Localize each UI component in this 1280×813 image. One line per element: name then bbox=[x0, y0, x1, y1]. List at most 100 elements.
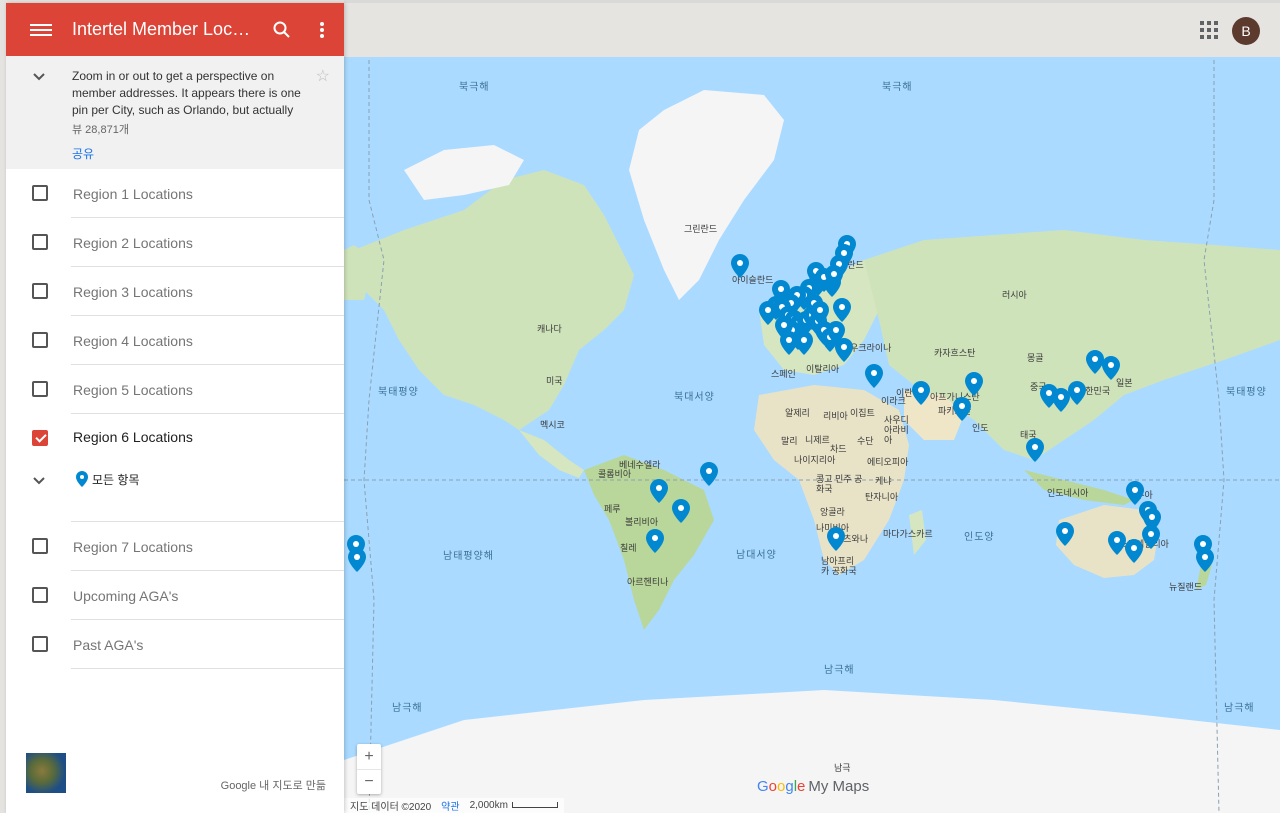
map-pin-icon[interactable] bbox=[348, 548, 366, 572]
layer-past-agas[interactable]: Past AGA's bbox=[6, 620, 344, 669]
star-icon[interactable]: ☆ bbox=[316, 66, 330, 86]
country-label: 미국 bbox=[546, 376, 563, 386]
ocean-label: 남대서양 bbox=[736, 550, 777, 561]
layer-checkbox[interactable] bbox=[32, 381, 48, 397]
layers-list: Region 1 Locations Region 2 Locations Re… bbox=[6, 169, 344, 669]
map-pin-icon[interactable] bbox=[646, 529, 664, 553]
layer-region-4[interactable]: Region 4 Locations bbox=[6, 316, 344, 365]
country-label: 우크라이나 bbox=[850, 343, 892, 353]
sidebar-panel: Intertel Member Locati... Zoom in or out… bbox=[6, 3, 344, 813]
terms-link[interactable]: 약관 bbox=[441, 798, 459, 813]
map-pin-icon[interactable] bbox=[731, 254, 749, 278]
country-label: 말리 bbox=[781, 436, 798, 446]
share-link[interactable]: 공유 bbox=[72, 145, 328, 162]
map-thumbnail bbox=[26, 753, 66, 793]
map-pin-icon[interactable] bbox=[1142, 525, 1160, 549]
view-count: 뷰 28,871개 bbox=[72, 124, 129, 136]
map-topbar: B bbox=[344, 0, 1280, 57]
map-pin-icon[interactable] bbox=[780, 331, 798, 355]
map-pin-icon[interactable] bbox=[672, 499, 690, 523]
layer-checkbox[interactable] bbox=[32, 185, 48, 201]
map-pin-icon[interactable] bbox=[650, 479, 668, 503]
world-map bbox=[344, 60, 1280, 813]
map-pin-icon[interactable] bbox=[825, 265, 843, 289]
layer-label[interactable]: Region 5 Locations bbox=[73, 382, 193, 398]
zoom-out-button[interactable]: − bbox=[357, 769, 381, 794]
layer-label[interactable]: Region 4 Locations bbox=[73, 333, 193, 349]
country-label: 콜롬비아 bbox=[598, 469, 632, 479]
map-pin-icon[interactable] bbox=[1068, 381, 1086, 405]
layer-checkbox[interactable] bbox=[32, 234, 48, 250]
country-label: 이라크 bbox=[881, 396, 906, 406]
country-label: 몽골 bbox=[1027, 353, 1044, 363]
country-label: 러시아 bbox=[1002, 290, 1027, 300]
more-vert-icon[interactable] bbox=[310, 18, 334, 42]
ocean-label: 북극해 bbox=[459, 82, 490, 93]
country-label: 인도네시아 bbox=[1047, 488, 1089, 498]
country-label: 이탈리아 bbox=[806, 364, 840, 374]
country-label: 케냐 bbox=[875, 476, 892, 486]
map-pin-icon[interactable] bbox=[953, 397, 971, 421]
map-pin-icon[interactable] bbox=[1056, 522, 1074, 546]
layer-label[interactable]: Past AGA's bbox=[73, 637, 143, 653]
description-text: Zoom in or out to get a perspective on m… bbox=[72, 69, 301, 117]
zoom-in-button[interactable]: + bbox=[357, 744, 381, 769]
map-title: Intertel Member Locati... bbox=[72, 19, 254, 39]
ocean-label: 북극해 bbox=[882, 82, 913, 93]
layer-label[interactable]: Region 7 Locations bbox=[73, 539, 193, 555]
map-pin-icon[interactable] bbox=[1102, 356, 1120, 380]
layer-checkbox[interactable] bbox=[32, 332, 48, 348]
layer-checkbox[interactable] bbox=[32, 636, 48, 652]
sublayer-label[interactable]: 모든 항목 bbox=[92, 471, 140, 488]
map-pin-icon[interactable] bbox=[865, 364, 883, 388]
map-pin-icon[interactable] bbox=[1026, 438, 1044, 462]
country-label: 알제리 bbox=[785, 408, 810, 418]
map-pin-icon[interactable] bbox=[1108, 531, 1126, 555]
layer-region-3[interactable]: Region 3 Locations bbox=[6, 267, 344, 316]
map-pin-icon[interactable] bbox=[835, 338, 853, 362]
map-pin-icon[interactable] bbox=[700, 462, 718, 486]
zoom-control: + − bbox=[357, 744, 381, 794]
layer-label[interactable]: Region 2 Locations bbox=[73, 235, 193, 251]
layer-label[interactable]: Upcoming AGA's bbox=[73, 588, 178, 604]
search-icon[interactable] bbox=[270, 18, 294, 42]
ocean-label: 북대서양 bbox=[674, 392, 715, 403]
map-pin-icon[interactable] bbox=[1196, 548, 1214, 572]
layer-region-5[interactable]: Region 5 Locations bbox=[6, 365, 344, 414]
chevron-down-icon[interactable] bbox=[32, 70, 46, 84]
country-label: 앙골라 bbox=[820, 507, 845, 517]
layer-checkbox[interactable] bbox=[32, 283, 48, 299]
country-label: 남극 bbox=[834, 763, 851, 773]
layer-label[interactable]: Region 1 Locations bbox=[73, 186, 193, 202]
layer-checkbox[interactable] bbox=[32, 587, 48, 603]
layer-region-2[interactable]: Region 2 Locations bbox=[6, 218, 344, 267]
country-label: 남아프리카 공화국 bbox=[821, 556, 857, 576]
attribution-text: 지도 데이터 ©2020 bbox=[350, 802, 432, 813]
map-canvas[interactable]: 북극해 북극해 북태평양 북대서양 북태평양 남태평양해 남대서양 인도양 남극… bbox=[344, 0, 1280, 813]
map-pin-icon[interactable] bbox=[827, 527, 845, 551]
apps-grid-icon[interactable] bbox=[1200, 21, 1218, 39]
layer-checkbox[interactable] bbox=[32, 538, 48, 554]
chevron-down-icon[interactable] bbox=[32, 474, 46, 488]
layer-region-6[interactable]: Region 6 Locations bbox=[6, 414, 344, 460]
map-pin-icon[interactable] bbox=[912, 381, 930, 405]
country-label: 칠레 bbox=[620, 543, 637, 553]
map-pin-icon[interactable] bbox=[833, 298, 851, 322]
layer-label[interactable]: Region 3 Locations bbox=[73, 284, 193, 300]
ocean-label: 남태평양해 bbox=[443, 551, 494, 562]
made-with-credit: Google 내 지도로 만듦 bbox=[220, 780, 326, 792]
ocean-label: 인도양 bbox=[964, 532, 995, 543]
layer-region-7[interactable]: Region 7 Locations bbox=[6, 522, 344, 571]
layer-region-1[interactable]: Region 1 Locations bbox=[6, 169, 344, 218]
avatar[interactable]: B bbox=[1232, 17, 1260, 45]
layer-upcoming-agas[interactable]: Upcoming AGA's bbox=[6, 571, 344, 620]
layer-label[interactable]: Region 6 Locations bbox=[73, 429, 193, 445]
country-label: 수단 bbox=[857, 436, 874, 446]
country-label: 리비아 bbox=[823, 411, 848, 421]
map-pin-icon[interactable] bbox=[1125, 539, 1143, 563]
sublayer-all-items[interactable]: 모든 항목 bbox=[6, 460, 344, 504]
hamburger-icon[interactable] bbox=[30, 21, 52, 39]
map-pin-icon[interactable] bbox=[965, 372, 983, 396]
layer-checkbox-checked[interactable] bbox=[32, 430, 48, 446]
map-pin-icon bbox=[76, 471, 88, 487]
